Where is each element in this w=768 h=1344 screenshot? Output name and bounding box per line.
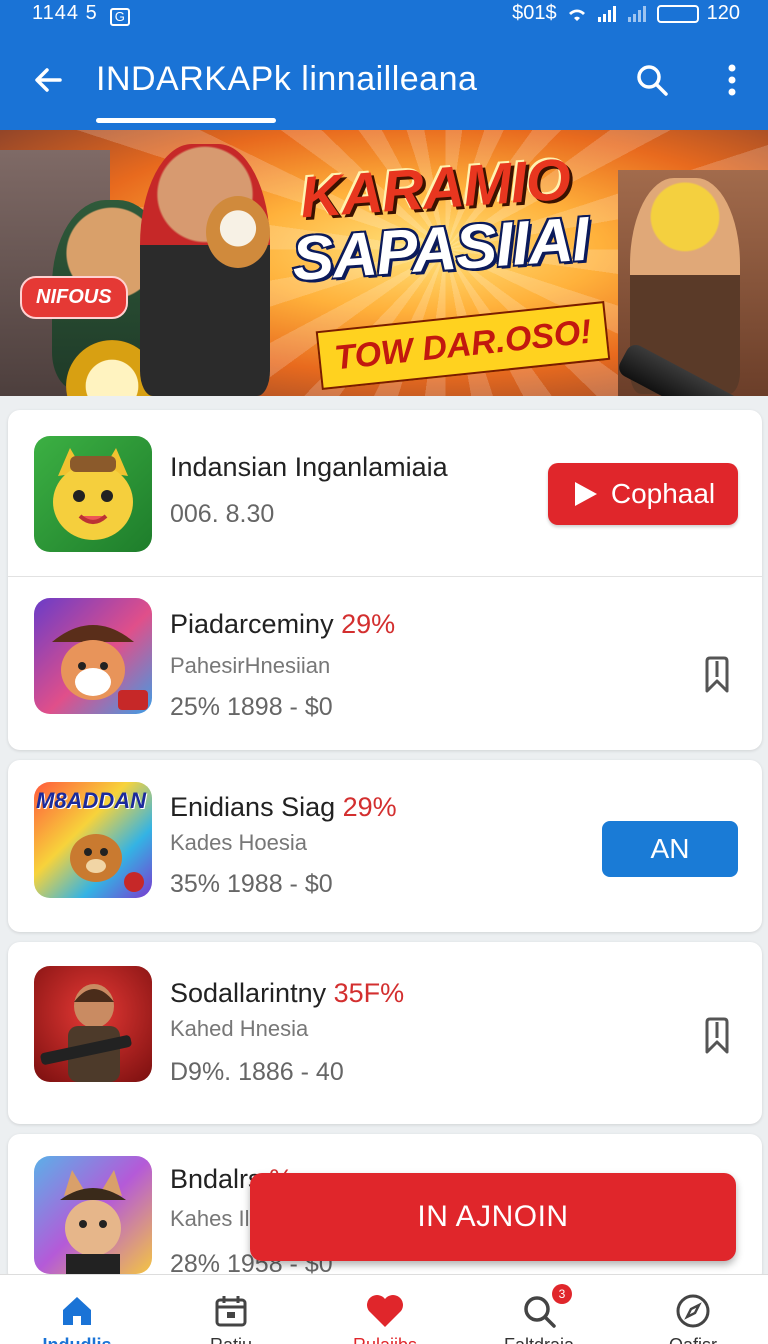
play-button-label: Cophaal (610, 478, 716, 509)
promo-banner[interactable]: NIFOUS KARAMIO SAPASIIAI TOW DAR.OSO! (0, 130, 768, 396)
floating-cta-button[interactable]: IN AJNOIN (250, 1173, 736, 1261)
status-time: 1144 5 (32, 2, 98, 24)
bottom-navigation: Indudlis Ratiu Rulaiibs Faltdraia Qafisr (0, 1274, 768, 1344)
app-subtitle: PahesirHnesiian (170, 653, 331, 678)
banner-badge: NIFOUS (20, 276, 128, 319)
app-discount: 29% (342, 792, 397, 822)
cat-mascot-icon (53, 448, 133, 540)
nav-label: Qafisr (616, 1335, 768, 1344)
status-bar: 1144 5 G $01$ 120 (0, 0, 768, 28)
app-name-text: Piadarceminy (170, 609, 334, 639)
app-discount: 35F% (333, 978, 405, 1008)
app-meta: 35% 1988 - $0 (170, 870, 333, 898)
app-subtitle: Kades Hoesia (170, 830, 307, 855)
app-list-card-1: Indansian Inganlamiaia 006. 8.30 Cophaal… (8, 410, 762, 750)
app-name: Enidians Siag 29% (170, 792, 397, 823)
app-name: Piadarceminy 29% (170, 609, 395, 640)
play-icon (574, 482, 597, 506)
nav-item-search[interactable]: Faltdraia (462, 1275, 616, 1344)
signal-icon-2 (627, 5, 646, 22)
install-button[interactable]: AN (602, 821, 738, 877)
soldier-icon (40, 984, 132, 1082)
search-icon (637, 65, 668, 96)
featured-app-row[interactable]: Indansian Inganlamiaia 006. 8.30 Cophaal (8, 410, 762, 576)
status-right: $01$ 120 (512, 2, 740, 25)
signal-icon (597, 5, 616, 22)
nav-label: Ratiu (154, 1335, 308, 1344)
app-name-text: Sodallarintny (170, 978, 327, 1008)
app-name-text: Bndalrs (170, 1164, 262, 1194)
cat-officer-icon (60, 1170, 126, 1274)
app-row-3[interactable]: Sodallarintny 35F% Kahed Hnesia D9%. 188… (8, 942, 762, 1124)
home-icon (57, 1291, 97, 1331)
app-icon (34, 598, 152, 714)
title-underline (96, 118, 276, 123)
app-name: Indansian Inganlamiaia (170, 452, 448, 482)
app-icon (34, 966, 152, 1082)
back-button[interactable] (26, 58, 70, 102)
app-meta: D9%. 1886 - 40 (170, 1058, 344, 1086)
app-icon (34, 436, 152, 552)
app-icon: M8ADDAN (34, 782, 152, 898)
more-options-button[interactable] (710, 58, 754, 102)
status-left: 1144 5 G (32, 2, 131, 26)
nav-label: Indudlis (0, 1335, 154, 1344)
app-list-card-2: M8ADDAN Enidians Siag 29% Kades Hoesia 3… (8, 760, 762, 932)
nav-item-explore[interactable]: Qafisr (616, 1275, 768, 1344)
app-meta: 006. 8.30 (170, 500, 275, 528)
nav-label: Rulaiibs (308, 1335, 462, 1344)
battery-icon (656, 4, 699, 23)
calendar-icon (211, 1291, 251, 1331)
page-title: INDARKAPk linnailleana (96, 60, 478, 98)
app-subtitle: Kahed Hnesia (170, 1016, 309, 1041)
play-button[interactable]: Cophaal (548, 463, 738, 525)
notification-icon: G (110, 8, 131, 26)
bookmark-icon[interactable] (702, 1016, 732, 1056)
app-row-2[interactable]: M8ADDAN Enidians Siag 29% Kades Hoesia 3… (8, 760, 762, 932)
app-meta: 25% 1898 - $0 (170, 693, 333, 721)
battery-level: 120 (706, 2, 740, 24)
dog-mascot-icon (70, 834, 144, 892)
nav-label: Faltdraia (462, 1335, 616, 1344)
notification-badge: 3 (552, 1284, 572, 1304)
heart-icon (365, 1291, 405, 1331)
wifi-icon (568, 9, 585, 21)
status-indicators: $01$ (512, 2, 557, 24)
nav-item-home[interactable]: Indudlis (0, 1275, 154, 1344)
app-discount: 29% (341, 609, 396, 639)
app-name-text: Enidians Siag (170, 792, 336, 822)
nav-item-favorites[interactable]: Rulaiibs (308, 1275, 462, 1344)
app-list-card-3: Sodallarintny 35F% Kahed Hnesia D9%. 188… (8, 942, 762, 1124)
app-row-1[interactable]: Piadarceminy 29% PahesirHnesiian 25% 189… (8, 577, 762, 750)
fox-cowboy-icon (52, 625, 148, 710)
bookmark-icon[interactable] (702, 655, 732, 695)
search-button[interactable] (630, 58, 674, 102)
arrow-left-icon (35, 68, 62, 92)
app-subtitle: Kahes Il (170, 1206, 250, 1231)
app-header: 1144 5 G $01$ 120 INDARKAPk linnailleana (0, 0, 768, 130)
compass-icon (673, 1291, 713, 1331)
banner-character-man (140, 144, 270, 396)
more-vert-icon (728, 64, 736, 96)
app-icon (34, 1156, 152, 1274)
app-name: Sodallarintny 35F% (170, 978, 404, 1009)
banner-character-dog (206, 196, 270, 268)
nav-item-calendar[interactable]: Ratiu (154, 1275, 308, 1344)
